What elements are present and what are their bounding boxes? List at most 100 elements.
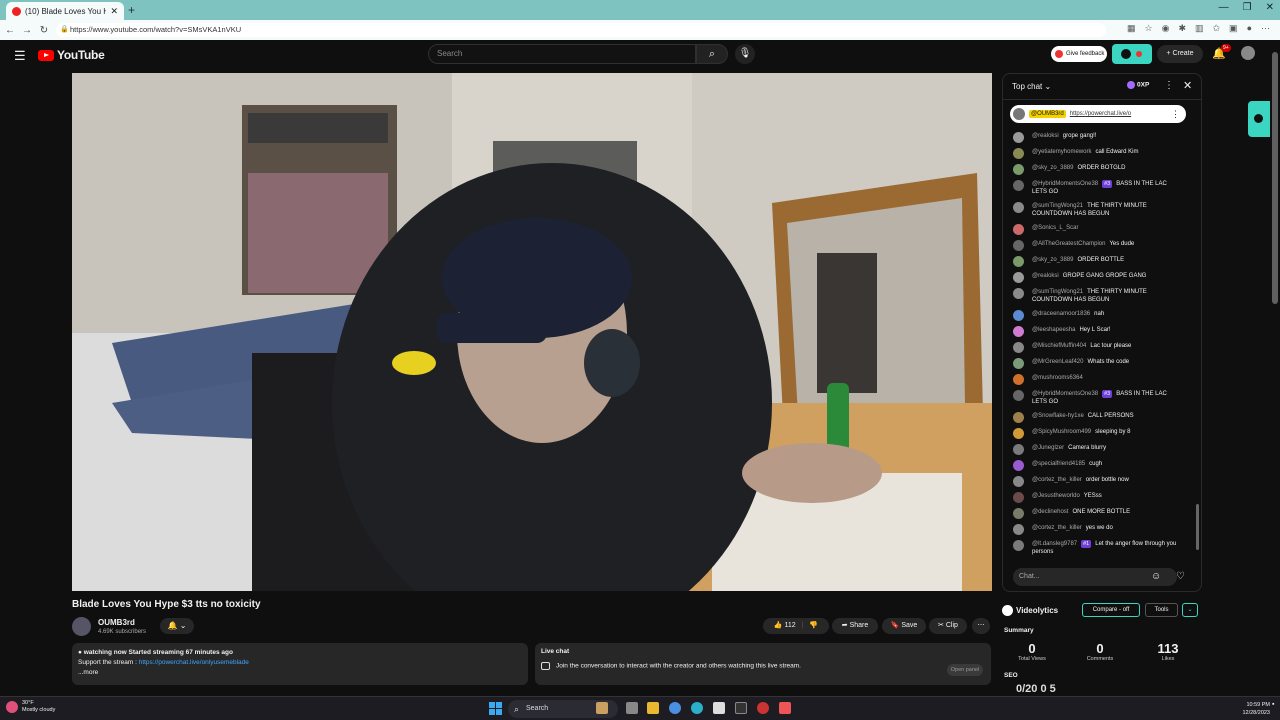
chat-username[interactable]: @sumTingWong21 bbox=[1032, 289, 1083, 295]
chat-username[interactable]: @Juneglzer bbox=[1032, 445, 1064, 451]
forward-icon[interactable]: → bbox=[20, 25, 34, 36]
user-avatar[interactable] bbox=[1241, 46, 1255, 60]
chat-avatar[interactable] bbox=[1013, 180, 1024, 191]
notification-bell-button[interactable]: 🔔 ⌄ bbox=[160, 618, 194, 634]
open-panel-button[interactable]: Open panel bbox=[947, 664, 983, 676]
favorites-icon[interactable]: ✩ bbox=[1213, 23, 1221, 34]
chat-avatar[interactable] bbox=[1013, 412, 1024, 423]
notification-center-icon[interactable]: ▪ bbox=[1272, 701, 1274, 708]
chat-avatar[interactable] bbox=[1013, 390, 1024, 401]
channel-name[interactable]: OUMB3rd bbox=[98, 618, 135, 627]
file-explorer-icon[interactable] bbox=[647, 702, 659, 714]
pinned-more-icon[interactable]: ⋮ bbox=[1171, 109, 1180, 120]
back-icon[interactable]: ← bbox=[3, 25, 17, 36]
split-icon[interactable]: ▥ bbox=[1195, 23, 1204, 34]
expand-chevron-icon[interactable]: ⌄ bbox=[1182, 603, 1198, 617]
minimize-icon[interactable]: — bbox=[1219, 2, 1229, 13]
app-icon[interactable] bbox=[779, 702, 791, 714]
chat-avatar[interactable] bbox=[1013, 164, 1024, 175]
voice-search-button[interactable]: 🎙 bbox=[735, 44, 755, 64]
browser-menu-icon[interactable]: ⋯ bbox=[1261, 23, 1270, 34]
create-button[interactable]: + Create bbox=[1157, 45, 1203, 63]
chat-username[interactable]: @sumTingWong21 bbox=[1032, 203, 1083, 209]
description-box[interactable]: ● watching now Started streaming 67 minu… bbox=[72, 643, 528, 685]
chat-username[interactable]: @cortez_the_killer bbox=[1032, 477, 1082, 483]
share-button[interactable]: ➦ Share bbox=[832, 618, 878, 634]
chat-username[interactable]: @draceenamoor1836 bbox=[1032, 311, 1090, 317]
save-button[interactable]: 🔖 Save bbox=[882, 618, 926, 634]
videolytics-extension-button[interactable] bbox=[1112, 44, 1152, 64]
chat-avatar[interactable] bbox=[1013, 202, 1024, 213]
chat-username[interactable]: @leeshapeesha bbox=[1032, 327, 1075, 333]
chat-avatar[interactable] bbox=[1013, 224, 1024, 235]
page-scrollbar[interactable] bbox=[1270, 40, 1280, 695]
chat-username[interactable]: @sky_zo_3889 bbox=[1032, 165, 1073, 171]
chat-avatar[interactable] bbox=[1013, 358, 1024, 369]
more-actions-button[interactable]: ⋯ bbox=[972, 618, 990, 634]
extension-icon[interactable]: ◉ bbox=[1162, 23, 1170, 34]
clip-button[interactable]: ✂ Clip bbox=[929, 618, 967, 634]
capcut-icon[interactable] bbox=[735, 702, 747, 714]
chat-avatar[interactable] bbox=[1013, 256, 1024, 267]
chat-username[interactable]: @HybridMomentsOne38 bbox=[1032, 181, 1098, 187]
chat-close-icon[interactable]: ✕ bbox=[1183, 79, 1192, 92]
support-link[interactable]: https://powerchat.live/onlyusemeblade bbox=[139, 659, 249, 666]
chat-username[interactable]: @MischiefMuffin404 bbox=[1032, 343, 1086, 349]
pinned-message[interactable]: @OUMB3rd https://powerchat.live/o ⋮ bbox=[1010, 105, 1186, 123]
chat-username[interactable]: @yetiatemyhomework bbox=[1032, 149, 1091, 155]
grid-icon[interactable]: ▦ bbox=[1127, 23, 1136, 34]
system-clock[interactable]: 10:59 PM 12/28/2023 bbox=[1230, 701, 1270, 717]
show-more-link[interactable]: ...more bbox=[78, 668, 522, 678]
chat-scrollbar[interactable] bbox=[1196, 504, 1199, 550]
profile-icon[interactable]: ● bbox=[1247, 23, 1252, 34]
chat-more-icon[interactable]: ⋮ bbox=[1164, 80, 1174, 91]
reload-icon[interactable]: ↻ bbox=[37, 25, 51, 36]
chat-username[interactable]: @sky_zo_3889 bbox=[1032, 257, 1073, 263]
puzzle-icon[interactable]: ✱ bbox=[1178, 23, 1186, 34]
chat-avatar[interactable] bbox=[1013, 342, 1024, 353]
windows-start-icon[interactable] bbox=[489, 702, 502, 715]
chat-avatar[interactable] bbox=[1013, 310, 1024, 321]
channel-avatar[interactable] bbox=[72, 617, 91, 636]
chat-avatar[interactable] bbox=[1013, 540, 1024, 551]
chat-avatar[interactable] bbox=[1013, 240, 1024, 251]
chat-username[interactable]: @declinehost bbox=[1032, 509, 1068, 515]
chat-avatar[interactable] bbox=[1013, 460, 1024, 471]
chat-avatar[interactable] bbox=[1013, 428, 1024, 439]
compare-toggle[interactable]: Compare - off bbox=[1082, 603, 1140, 617]
task-view-icon[interactable] bbox=[626, 702, 638, 714]
like-dislike-button[interactable]: 👍 112 | 👎 bbox=[763, 618, 829, 634]
chat-username[interactable]: @mushrooms6364 bbox=[1032, 375, 1083, 381]
chat-username[interactable]: @realoksi bbox=[1032, 273, 1059, 279]
close-window-icon[interactable]: ✕ bbox=[1266, 2, 1274, 13]
chat-avatar[interactable] bbox=[1013, 132, 1024, 143]
edge-icon[interactable] bbox=[691, 702, 703, 714]
star-icon[interactable]: ☆ bbox=[1145, 23, 1153, 34]
chat-username[interactable]: @HybridMomentsOne38 bbox=[1032, 391, 1098, 397]
chat-username[interactable]: @SpicyMushroom499 bbox=[1032, 429, 1091, 435]
chat-avatar[interactable] bbox=[1013, 326, 1024, 337]
chat-username[interactable]: @Sonics_L_Scar bbox=[1032, 225, 1078, 231]
chat-username[interactable]: @Jesustheworldo bbox=[1032, 493, 1080, 499]
chat-avatar[interactable] bbox=[1013, 272, 1024, 283]
top-chat-dropdown[interactable]: Top chat ⌄ bbox=[1012, 82, 1051, 91]
menu-icon[interactable]: ☰ bbox=[14, 48, 26, 64]
chat-username[interactable]: @specialfriend4185 bbox=[1032, 461, 1085, 467]
pinned-link[interactable]: https://powerchat.live/o bbox=[1070, 111, 1131, 117]
youtube-logo[interactable]: YouTube bbox=[38, 48, 105, 62]
chat-avatar[interactable] bbox=[1013, 288, 1024, 299]
chat-avatar[interactable] bbox=[1013, 524, 1024, 535]
collections-icon[interactable]: ▣ bbox=[1229, 23, 1238, 34]
close-tab-icon[interactable]: ✕ bbox=[110, 6, 118, 17]
tools-dropdown[interactable]: Tools bbox=[1145, 603, 1178, 617]
chat-username[interactable]: @realoksi bbox=[1032, 133, 1059, 139]
widget-icon[interactable] bbox=[596, 702, 608, 714]
chat-avatar[interactable] bbox=[1013, 374, 1024, 385]
chat-avatar[interactable] bbox=[1013, 476, 1024, 487]
chat-avatar[interactable] bbox=[1013, 508, 1024, 519]
heart-icon[interactable]: ♡ bbox=[1176, 571, 1185, 582]
chat-username[interactable]: @AllTheGreatestChampion bbox=[1032, 241, 1105, 247]
emoji-icon[interactable]: ☺ bbox=[1151, 571, 1161, 582]
store-icon[interactable] bbox=[713, 702, 725, 714]
url-input[interactable]: 🔒 https://www.youtube.com/watch?v=SMsVKA… bbox=[56, 23, 1106, 37]
